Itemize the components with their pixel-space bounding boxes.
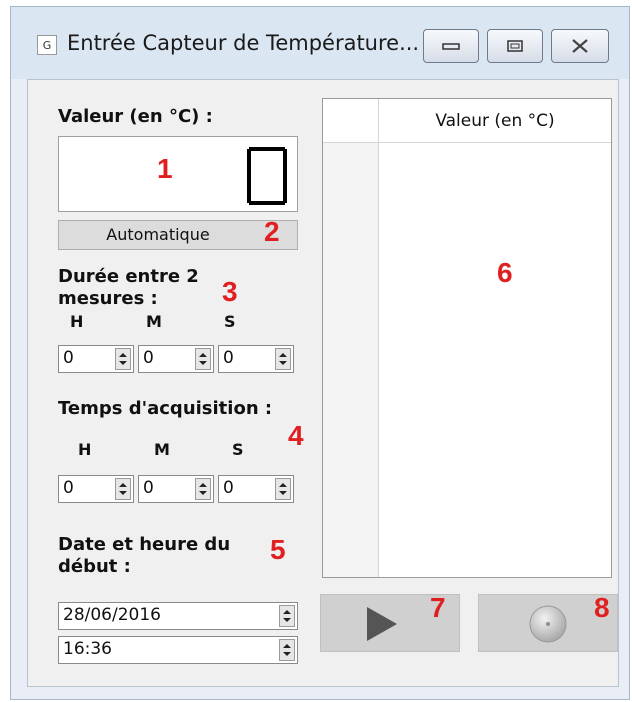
spin-arrows-icon[interactable] [279, 639, 295, 661]
values-table[interactable]: Valeur (en °C) 6 [322, 98, 612, 578]
acquisition-seconds-value: 0 [223, 478, 234, 498]
automatic-button-label: Automatique [106, 225, 210, 244]
acquisition-h-label: H [78, 440, 92, 459]
interval-hours-value: 0 [63, 348, 74, 368]
sensor-window: G Entrée Capteur de Température... Valeu… [10, 6, 630, 700]
maximize-icon [507, 40, 523, 52]
interval-hours-spinbox[interactable]: 0 [58, 345, 134, 373]
spin-arrows-icon[interactable] [195, 348, 211, 370]
interval-label-line1: Durée entre 2 [58, 266, 199, 287]
automatic-button[interactable]: Automatique [58, 220, 298, 250]
interval-h-label: H [70, 312, 84, 331]
interval-seconds-value: 0 [223, 348, 234, 368]
value-column-header[interactable]: Valeur (en °C) [379, 99, 611, 143]
interval-minutes-spinbox[interactable]: 0 [138, 345, 214, 373]
start-date-edit[interactable]: 28/06/2016 [58, 602, 298, 630]
value-lcd-display: 1 [58, 136, 298, 212]
acquisition-minutes-spinbox[interactable]: 0 [138, 475, 214, 503]
acquisition-m-label: M [154, 440, 170, 459]
window-title: Entrée Capteur de Température... [67, 31, 420, 55]
annotation-1: 1 [157, 153, 173, 184]
acquisition-s-label: S [232, 440, 244, 459]
row-header [323, 99, 379, 577]
start-label-line2: début : [58, 556, 131, 577]
minimize-icon [442, 43, 460, 50]
annotation-2: 2 [264, 216, 280, 247]
annotation-4: 4 [288, 420, 304, 451]
acquisition-seconds-spinbox[interactable]: 0 [218, 475, 294, 503]
title-bar: G Entrée Capteur de Température... [11, 7, 629, 79]
value-label: Valeur (en °C) : [58, 106, 213, 127]
acquisition-label: Temps d'acquisition : [58, 398, 273, 419]
minimize-button[interactable] [423, 29, 479, 63]
acquisition-hours-value: 0 [63, 478, 74, 498]
close-button[interactable] [551, 29, 609, 63]
start-date-value: 28/06/2016 [63, 605, 161, 625]
interval-minutes-value: 0 [143, 348, 154, 368]
spin-arrows-icon[interactable] [195, 478, 211, 500]
spin-arrows-icon[interactable] [275, 478, 291, 500]
interval-m-label: M [146, 312, 162, 331]
start-time-value: 16:36 [63, 639, 112, 659]
lcd-digit [247, 147, 287, 205]
annotation-3: 3 [222, 276, 238, 307]
table-corner [323, 99, 379, 143]
spin-arrows-icon[interactable] [279, 605, 295, 627]
annotation-8: 8 [594, 592, 610, 623]
annotation-5: 5 [270, 534, 286, 565]
play-icon [367, 607, 397, 641]
interval-seconds-spinbox[interactable]: 0 [218, 345, 294, 373]
client-area: Valeur (en °C) : 1 Automatique 2 Durée e… [27, 79, 619, 687]
interval-label-line2: mesures : [58, 288, 158, 309]
start-label-line1: Date et heure du [58, 534, 231, 555]
spin-arrows-icon[interactable] [275, 348, 291, 370]
app-icon: G [37, 35, 57, 55]
annotation-7: 7 [430, 592, 446, 623]
start-time-edit[interactable]: 16:36 [58, 636, 298, 664]
maximize-button[interactable] [487, 29, 543, 63]
acquisition-hours-spinbox[interactable]: 0 [58, 475, 134, 503]
annotation-6: 6 [497, 257, 513, 288]
acquisition-minutes-value: 0 [143, 478, 154, 498]
close-icon [572, 39, 588, 53]
interval-s-label: S [224, 312, 236, 331]
spin-arrows-icon[interactable] [115, 348, 131, 370]
record-icon [529, 605, 567, 643]
spin-arrows-icon[interactable] [115, 478, 131, 500]
